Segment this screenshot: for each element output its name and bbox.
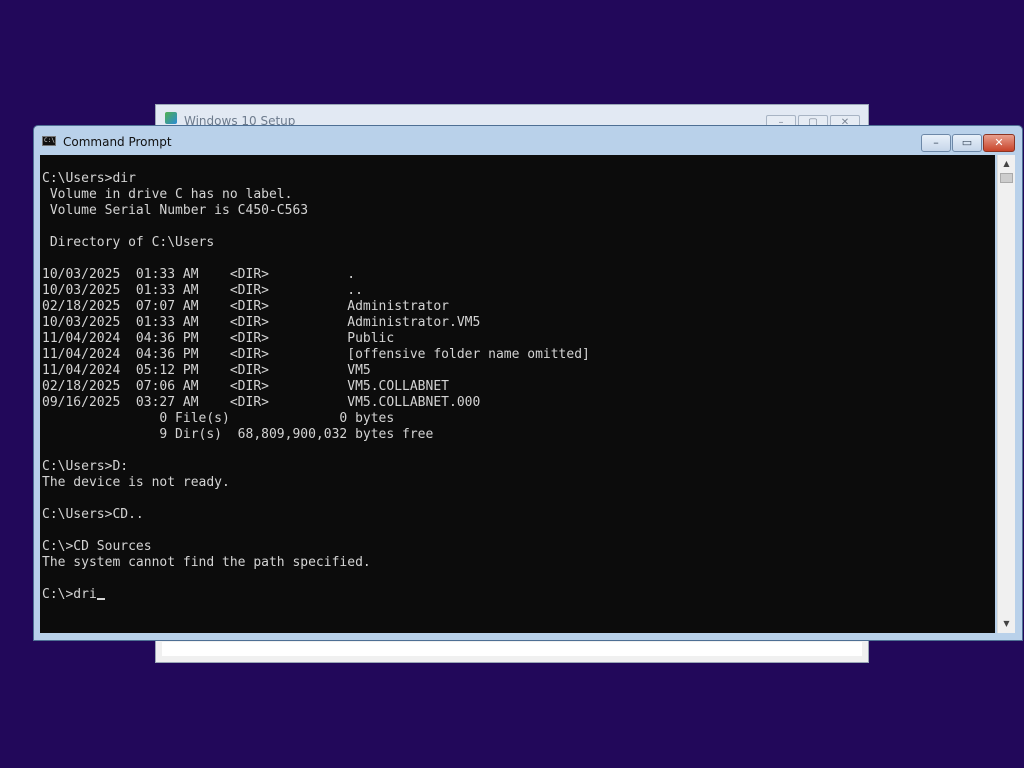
text-cursor (96, 598, 105, 600)
console-line: Volume Serial Number is C450-C563 (40, 203, 995, 219)
console-line-text: 09/16/2025 03:27 AM <DIR> VM5.COLLABNET.… (42, 395, 481, 410)
console-line: C:\Users>CD.. (40, 507, 995, 523)
console-line: Volume in drive C has no label. (40, 187, 995, 203)
console-line: 11/04/2024 05:12 PM <DIR> VM5 (40, 363, 995, 379)
console-line-text: 11/04/2024 04:36 PM <DIR> Public (42, 331, 395, 346)
console-line: Directory of C:\Users (40, 235, 995, 251)
console-line-text: C:\Users>dir (42, 171, 136, 186)
console-line: 02/18/2025 07:06 AM <DIR> VM5.COLLABNET (40, 379, 995, 395)
console-line: C:\>CD Sources (40, 539, 995, 555)
console-line-text: 11/04/2024 05:12 PM <DIR> VM5 (42, 363, 371, 378)
console-line: C:\Users>D: (40, 459, 995, 475)
cmd-title: Command Prompt (63, 135, 172, 149)
console-line-text: Volume Serial Number is C450-C563 (42, 203, 309, 218)
console-line-text: 02/18/2025 07:06 AM <DIR> VM5.COLLABNET (42, 379, 449, 394)
console-output[interactable]: C:\Users>dir Volume in drive C has no la… (40, 155, 995, 633)
vertical-scrollbar[interactable]: ▲ ▼ (997, 155, 1015, 633)
console-line: 11/04/2024 04:36 PM <DIR> [offensive fol… (40, 347, 995, 363)
console-line: C:\>dri (40, 587, 995, 603)
console-line: 11/04/2024 04:36 PM <DIR> Public (40, 331, 995, 347)
scroll-down-icon[interactable]: ▼ (999, 616, 1015, 632)
setup-body (162, 642, 862, 656)
console-line: 9 Dir(s) 68,809,900,032 bytes free (40, 427, 995, 443)
console-line: 0 File(s) 0 bytes (40, 411, 995, 427)
scroll-thumb[interactable] (1000, 173, 1013, 183)
console-line-text: Directory of C:\Users (42, 235, 215, 250)
setup-icon (165, 112, 177, 124)
console-line-text: The device is not ready. (42, 475, 230, 490)
console-line-text: Volume in drive C has no label. (42, 187, 293, 202)
console-line: 02/18/2025 07:07 AM <DIR> Administrator (40, 299, 995, 315)
command-prompt-window: C:\ Command Prompt – ▭ ✕ C:\Users>dir Vo… (33, 125, 1023, 641)
minimize-button[interactable]: – (921, 134, 951, 152)
console-line-text: 9 Dir(s) 68,809,900,032 bytes free (42, 427, 434, 442)
console-line: 10/03/2025 01:33 AM <DIR> . (40, 267, 995, 283)
console-line-text: 11/04/2024 04:36 PM <DIR> [offensive fol… (42, 347, 590, 362)
scroll-up-icon[interactable]: ▲ (999, 156, 1015, 172)
cmd-titlebar[interactable]: C:\ Command Prompt – ▭ ✕ (34, 126, 1022, 154)
console-line-text: C:\>dri (42, 587, 97, 602)
console-line-text: 10/03/2025 01:33 AM <DIR> .. (42, 283, 363, 298)
console-line-text: 10/03/2025 01:33 AM <DIR> Administrator.… (42, 315, 481, 330)
console-line: The device is not ready. (40, 475, 995, 491)
maximize-button[interactable]: ▭ (952, 134, 982, 152)
console-line-text: C:\Users>CD.. (42, 507, 144, 522)
console-line-text: C:\Users>D: (42, 459, 129, 474)
console-line-text: The system cannot find the path specifie… (42, 555, 371, 570)
cmd-icon: C:\ (42, 136, 56, 146)
close-button[interactable]: ✕ (983, 134, 1015, 152)
console-line: C:\Users>dir (40, 171, 995, 187)
console-line: 09/16/2025 03:27 AM <DIR> VM5.COLLABNET.… (40, 395, 995, 411)
console-line: The system cannot find the path specifie… (40, 555, 995, 571)
console-line-text: 02/18/2025 07:07 AM <DIR> Administrator (42, 299, 449, 314)
console-line: 10/03/2025 01:33 AM <DIR> Administrator.… (40, 315, 995, 331)
console-line-text: C:\>CD Sources (42, 539, 152, 554)
console-line-text: 10/03/2025 01:33 AM <DIR> . (42, 267, 356, 282)
console-line-text: 0 File(s) 0 bytes (42, 411, 395, 426)
console-line: 10/03/2025 01:33 AM <DIR> .. (40, 283, 995, 299)
